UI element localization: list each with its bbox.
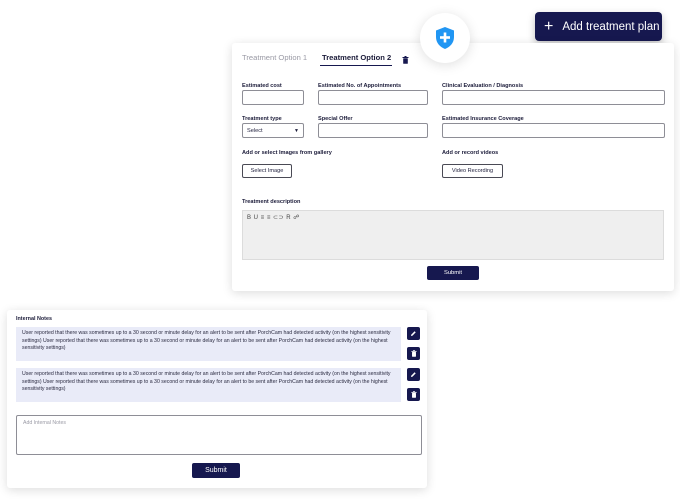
internal-notes-card: Internal Notes User reported that there … bbox=[7, 310, 427, 488]
trash-icon bbox=[410, 391, 417, 398]
shield-badge bbox=[420, 13, 470, 63]
internal-notes-input[interactable]: Add Internal Notes bbox=[16, 415, 422, 455]
edit-note-button[interactable] bbox=[407, 368, 420, 381]
plus-icon: + bbox=[544, 17, 554, 35]
special-offer-input[interactable] bbox=[318, 123, 428, 138]
edit-note-button[interactable] bbox=[407, 327, 420, 340]
add-treatment-plan-label: Add treatment plan bbox=[562, 20, 660, 33]
treatment-description-editor[interactable]: B U ≡ ≡ ⊂⊃ R ☍ bbox=[242, 210, 664, 260]
videos-label: Add or record videos bbox=[442, 150, 499, 156]
appointments-label: Estimated No. of Appointments bbox=[318, 83, 402, 89]
pencil-icon bbox=[411, 372, 416, 377]
images-label: Add or select Images from gallery bbox=[242, 150, 332, 156]
trash-icon bbox=[410, 350, 417, 357]
submit-treatment-button[interactable]: Submit bbox=[427, 266, 479, 280]
clinical-evaluation-input[interactable] bbox=[442, 90, 665, 105]
treatment-type-select[interactable]: Select ▼ bbox=[242, 123, 304, 138]
tab-treatment-option-1[interactable]: Treatment Option 1 bbox=[242, 53, 307, 62]
estimated-cost-input[interactable] bbox=[242, 90, 304, 105]
caret-down-icon: ▼ bbox=[294, 127, 299, 134]
treatment-description-label: Treatment description bbox=[242, 199, 301, 205]
trash-icon bbox=[402, 56, 409, 64]
pencil-icon bbox=[411, 331, 416, 336]
active-tab-underline bbox=[320, 65, 392, 66]
delete-tab-button[interactable] bbox=[402, 51, 409, 69]
insurance-coverage-label: Estimated Insurance Coverage bbox=[442, 116, 524, 122]
select-image-button[interactable]: Select Image bbox=[242, 164, 292, 178]
delete-note-button[interactable] bbox=[407, 347, 420, 360]
clinical-evaluation-label: Clinical Evaluation / Diagnosis bbox=[442, 83, 524, 89]
editor-toolbar[interactable]: B U ≡ ≡ ⊂⊃ R ☍ bbox=[247, 214, 300, 221]
submit-notes-button[interactable]: Submit bbox=[192, 463, 240, 478]
note-item: User reported that there was sometimes u… bbox=[16, 327, 401, 361]
special-offer-label: Special Offer bbox=[318, 116, 353, 122]
shield-plus-icon bbox=[436, 27, 454, 49]
estimated-cost-label: Estimated cost bbox=[242, 83, 282, 89]
video-recording-button[interactable]: Video Recording bbox=[442, 164, 503, 178]
tab-treatment-option-2[interactable]: Treatment Option 2 bbox=[322, 53, 391, 62]
insurance-coverage-input[interactable] bbox=[442, 123, 665, 138]
appointments-input[interactable] bbox=[318, 90, 428, 105]
note-item: User reported that there was sometimes u… bbox=[16, 368, 401, 402]
add-treatment-plan-button[interactable]: + Add treatment plan bbox=[535, 12, 662, 41]
treatment-type-value: Select bbox=[247, 127, 263, 134]
treatment-card: Treatment Option 1 Treatment Option 2 Es… bbox=[232, 43, 674, 291]
delete-note-button[interactable] bbox=[407, 388, 420, 401]
internal-notes-title: Internal Notes bbox=[16, 316, 52, 322]
treatment-type-label: Treatment type bbox=[242, 116, 282, 122]
